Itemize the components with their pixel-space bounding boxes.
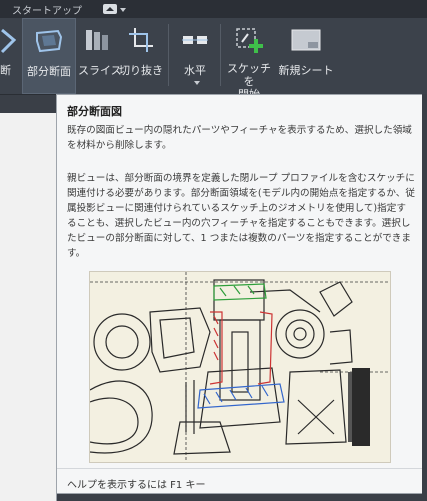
crop-label: 切り抜き [119, 64, 163, 77]
break-out-example-illustration [89, 271, 391, 463]
chevron-down-icon[interactable] [193, 80, 201, 86]
drawing-canvas[interactable] [0, 113, 57, 501]
break-out-icon [36, 29, 63, 53]
crop-button[interactable]: 切り抜き [118, 18, 164, 94]
tooltip-title: 部分断面図 [67, 105, 122, 118]
section-view-button[interactable]: 断 [0, 18, 18, 94]
section-view-label: 断 [0, 64, 11, 77]
mechanical-drawing-image [90, 272, 390, 462]
tooltip-description: 既存の図面ビュー内の隠れたパーツやフィーチャを表示するため、選択した領域を材料か… [67, 125, 412, 151]
new-sheet-icon [291, 29, 321, 51]
horizontal-label: 水平 [184, 64, 206, 77]
start-sketch-button[interactable]: スケッチを 開始 [224, 18, 274, 101]
horizontal-align-icon [182, 36, 208, 44]
title-bar: スタートアップ [0, 0, 427, 18]
slice-icon [86, 30, 108, 50]
browser-pane [0, 95, 60, 501]
help-hint: ヘルプを表示するには F1 キー [67, 480, 206, 491]
break-out-view-button[interactable]: 部分断面 [22, 18, 76, 94]
right-edge [422, 94, 427, 501]
tab-startup[interactable]: スタートアップ [12, 2, 82, 17]
section-view-icon [0, 28, 16, 54]
ribbon-panel: 断 部分断面 スライス 切り抜き 水平 スケッチを 新規シート [0, 18, 427, 101]
slice-label: スライス [78, 64, 122, 77]
new-sheet-button[interactable]: 新規シート [278, 18, 334, 94]
crop-icon [129, 28, 153, 52]
start-sketch-icon [236, 28, 263, 53]
tooltip-details: 親ビューは、部分断面の境界を定義した閉ループ プロファイルを含むスケッチに関連付… [67, 173, 415, 259]
new-sheet-label: 新規シート [278, 64, 334, 77]
quick-access-dropdown-icon[interactable] [102, 3, 128, 15]
tooltip-break-out: 部分断面図 既存の図面ビュー内の隠れたパーツやフィーチャを表示するため、選択した… [56, 94, 423, 494]
ribbon-separator [168, 24, 169, 86]
horizontal-button[interactable]: 水平 [174, 18, 216, 94]
break-out-label: 部分断面 [27, 65, 71, 78]
tooltip-footer: ヘルプを表示するには F1 キー [57, 468, 422, 495]
slice-button[interactable]: スライス [78, 18, 122, 94]
ribbon-separator [220, 24, 221, 86]
